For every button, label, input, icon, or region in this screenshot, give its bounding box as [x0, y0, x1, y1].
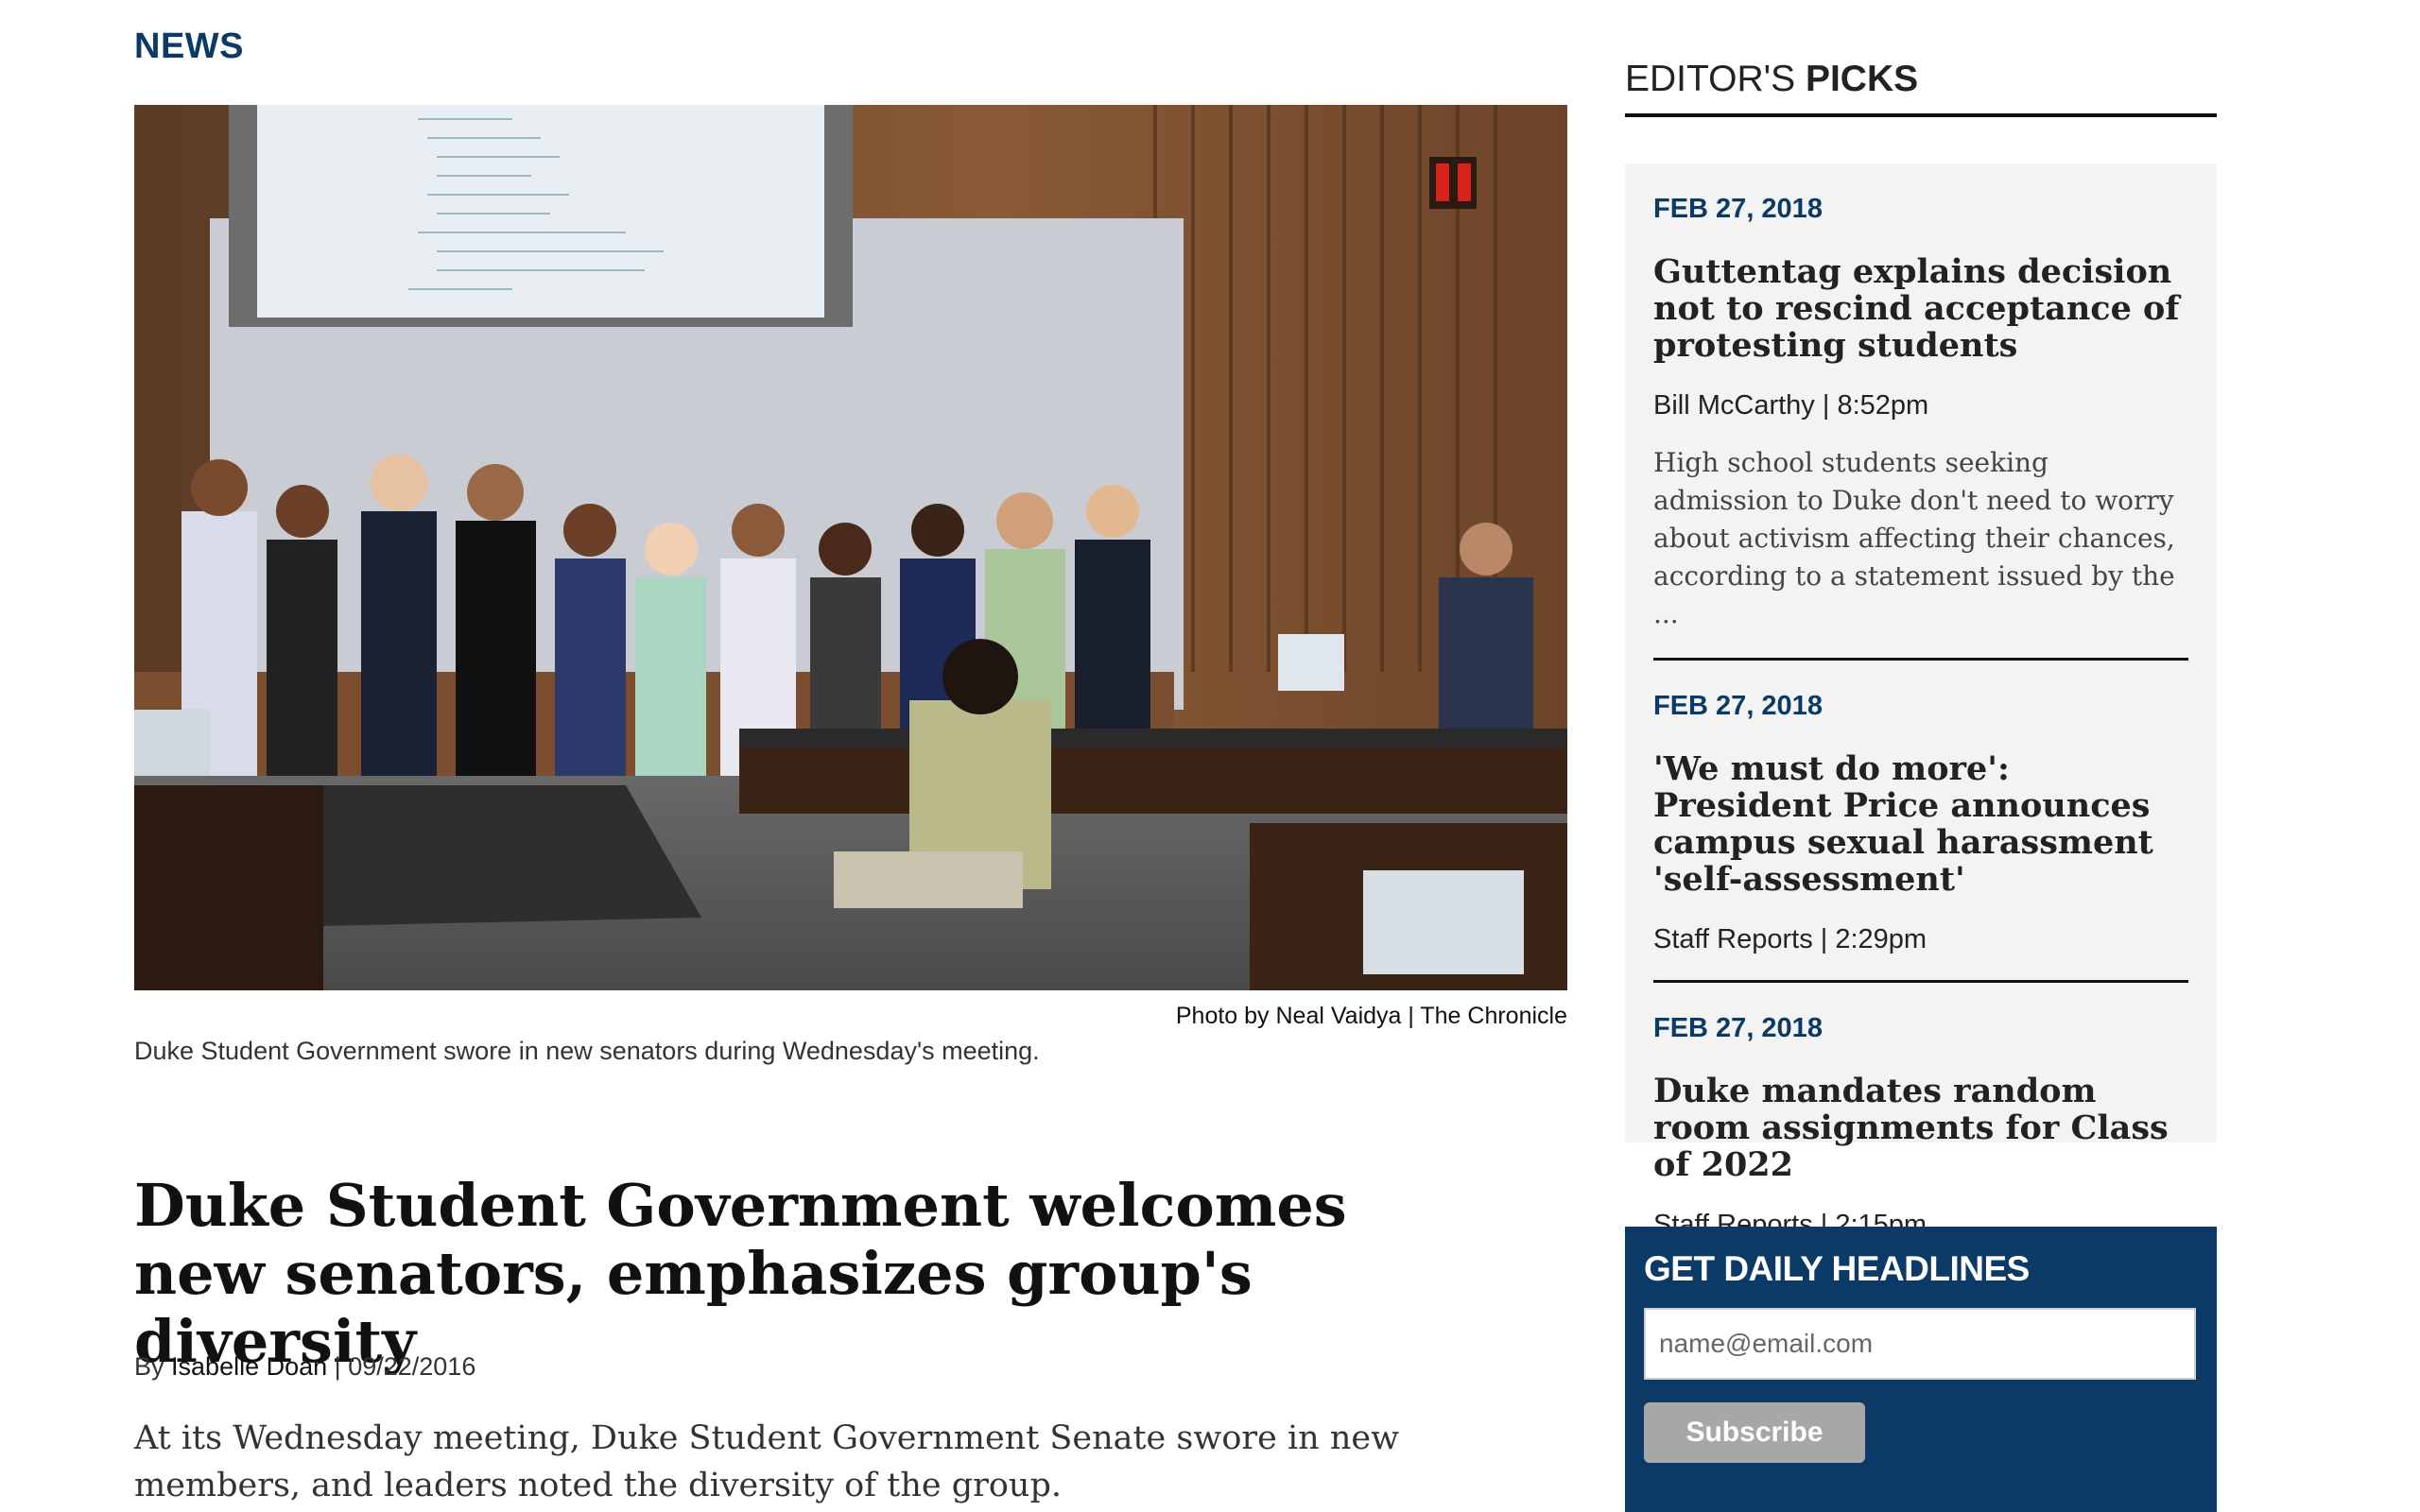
byline-separator: |: [334, 1352, 341, 1381]
pick-title-link[interactable]: Guttentag explains decision not to resci…: [1653, 253, 2188, 364]
pick-date: FEB 27, 2018: [1653, 194, 1823, 224]
pick-date: FEB 27, 2018: [1653, 1013, 1823, 1043]
subscribe-button[interactable]: Subscribe: [1644, 1402, 1865, 1463]
newsletter-signup: GET DAILY HEADLINES Subscribe: [1625, 1227, 2217, 1512]
publish-date: 09/22/2016: [348, 1352, 476, 1381]
editors-picks-header-bold: PICKS: [1805, 59, 1919, 99]
editors-pick-item[interactable]: FEB 27, 2018 Duke mandates random room a…: [1653, 983, 2188, 1265]
article-lede: At its Wednesday meeting, Duke Student G…: [134, 1419, 1400, 1504]
editors-picks-list: FEB 27, 2018 Guttentag explains decision…: [1625, 163, 2217, 1240]
author-link[interactable]: Isabelle Doan: [171, 1352, 327, 1381]
byline: By Isabelle Doan | 09/22/2016: [134, 1352, 475, 1382]
article-headline: Duke Student Government welcomes new sen…: [134, 1171, 1347, 1376]
photo-credit: Photo by Neal Vaidya | The Chronicle: [1175, 1003, 1567, 1029]
newsletter-title: GET DAILY HEADLINES: [1644, 1249, 2030, 1288]
section-label-news[interactable]: NEWS: [134, 26, 244, 67]
article-photo[interactable]: [134, 105, 1567, 990]
photo-caption: Duke Student Government swore in new sen…: [134, 1037, 1040, 1065]
pick-title-link[interactable]: 'We must do more': President Price annou…: [1653, 750, 2188, 898]
pick-excerpt: High school students seeking admission t…: [1653, 447, 2175, 629]
editors-picks-header-light: EDITOR'S: [1625, 59, 1796, 99]
pick-meta: Bill McCarthy | 8:52pm: [1653, 390, 1929, 421]
editors-picks-header: EDITOR'S PICKS: [1625, 59, 2217, 117]
pick-date: FEB 27, 2018: [1653, 691, 1823, 721]
editors-pick-item[interactable]: FEB 27, 2018 'We must do more': Presiden…: [1653, 661, 2188, 983]
email-input[interactable]: [1644, 1308, 2196, 1380]
pick-title-link[interactable]: Duke mandates random room assignments fo…: [1653, 1073, 2188, 1183]
article-photo-image: [134, 105, 1567, 990]
byline-prefix: By: [134, 1352, 164, 1381]
pick-meta: Staff Reports | 2:29pm: [1653, 924, 1927, 954]
editors-pick-item[interactable]: FEB 27, 2018 Guttentag explains decision…: [1653, 163, 2188, 661]
